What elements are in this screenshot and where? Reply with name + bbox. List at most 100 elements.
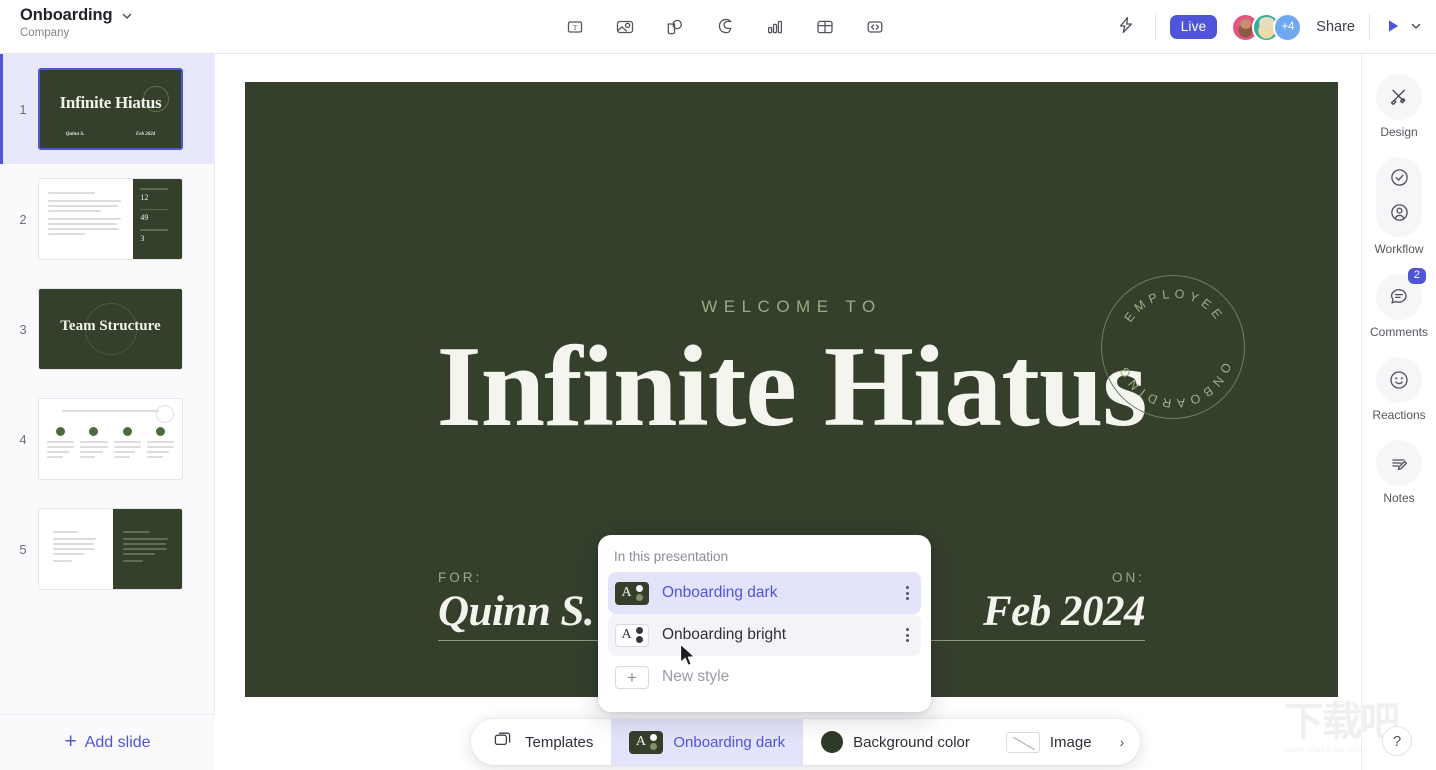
background-color-swatch	[821, 731, 844, 753]
embed-tool-button[interactable]	[860, 12, 890, 42]
chart-tool-button[interactable]	[760, 12, 790, 42]
thumb-stats-block: 12 49 3	[133, 179, 182, 259]
code-embed-icon	[864, 16, 886, 38]
slide-number: 1	[19, 101, 27, 117]
rail-item-reactions[interactable]: Reactions	[1372, 357, 1426, 422]
present-options-chevron-down-icon[interactable]	[1410, 20, 1422, 35]
templates-label: Templates	[525, 733, 594, 751]
thumb-foot-right: Feb 2024	[135, 132, 156, 137]
new-style-option[interactable]: + New style	[608, 656, 921, 698]
insert-toolbar: T	[560, 0, 890, 54]
document-title[interactable]: Onboarding	[20, 6, 113, 25]
check-circle-icon[interactable]	[1388, 166, 1411, 194]
slide-thumbnail-3[interactable]: 3 Team Structure	[0, 274, 215, 384]
toolbar-divider	[1154, 14, 1156, 40]
shapes-tool-button[interactable]	[660, 12, 690, 42]
rail-item-workflow[interactable]: Workflow	[1374, 157, 1424, 256]
comments-badge: 2	[1407, 268, 1426, 285]
topbar-right-cluster: Live +4 Share	[1111, 0, 1422, 54]
slide-thumbnail-image[interactable]: Infinite Hiatus Quinn S. Feb 2024	[38, 68, 183, 150]
thumb-quote-dark	[113, 509, 182, 589]
thumb-stat-value: 49	[140, 213, 149, 222]
style-option-onboarding-dark[interactable]: A Onboarding dark	[608, 572, 921, 614]
kebab-menu-icon[interactable]	[901, 584, 913, 603]
style-dropdown-menu[interactable]: In this presentation A Onboarding dark A…	[598, 535, 931, 712]
svg-text:T: T	[573, 23, 578, 32]
thumb-text-block	[39, 179, 134, 259]
templates-button[interactable]: Templates	[471, 719, 611, 765]
plus-icon: +	[615, 665, 649, 689]
shapes-icon	[664, 16, 686, 38]
add-slide-button[interactable]: + Add slide	[0, 714, 215, 770]
current-style-button[interactable]: A Onboarding dark	[611, 719, 804, 765]
thumb-foot-left: Quinn S.	[65, 132, 85, 137]
table-tool-button[interactable]	[810, 12, 840, 42]
sticker-tool-button[interactable]	[710, 12, 740, 42]
background-color-label: Background color	[853, 733, 970, 751]
slide-thumbnail-image[interactable]: Team Structure	[38, 288, 183, 370]
background-image-button[interactable]: Image	[988, 719, 1110, 765]
rail-item-design[interactable]: Design	[1376, 74, 1422, 139]
share-button[interactable]: Share	[1316, 19, 1355, 35]
slide-thumbnail-1[interactable]: 1 Infinite Hiatus Quinn S. Feb 2024	[0, 54, 215, 164]
rail-item-notes[interactable]: Notes	[1376, 440, 1422, 505]
collaborator-avatars[interactable]: +4	[1231, 12, 1303, 42]
comments-label: Comments	[1369, 325, 1428, 339]
kebab-menu-icon[interactable]	[901, 626, 913, 645]
background-image-label: Image	[1049, 733, 1092, 751]
design-label: Design	[1380, 125, 1418, 139]
help-button[interactable]: ?	[1382, 726, 1412, 756]
assignee-avatar-icon[interactable]	[1388, 201, 1411, 229]
notes-label: Notes	[1383, 491, 1415, 505]
text-tool-button[interactable]: T	[560, 12, 590, 42]
employee-onboarding-stamp-icon[interactable]: EMPLOYEE ONBOARDING	[1101, 275, 1245, 419]
style-option-label: Onboarding dark	[662, 584, 778, 601]
new-style-label: New style	[662, 668, 730, 685]
image-tool-button[interactable]	[610, 12, 640, 42]
templates-icon	[493, 730, 515, 754]
workflow-icons	[1376, 157, 1422, 237]
avatar-overflow-count[interactable]: +4	[1273, 12, 1303, 42]
more-options-chevron-right-icon[interactable]: ›	[1110, 734, 1141, 750]
image-icon	[614, 16, 636, 38]
svg-text:ONBOARDING: ONBOARDING	[1115, 360, 1234, 410]
style-swatch-bright-icon: A	[615, 623, 649, 647]
thumb-title: Infinite Hiatus	[59, 92, 162, 112]
slide-thumbnail-image[interactable]	[38, 398, 183, 480]
style-option-label: Onboarding bright	[662, 626, 787, 643]
toolbar-divider	[1369, 14, 1370, 40]
slide-number: 2	[19, 211, 27, 227]
text-box-icon: T	[564, 16, 586, 38]
thumb-quote-light	[39, 509, 114, 589]
slide-thumbnail-2[interactable]: 2 12 49 3	[0, 164, 215, 274]
slide-thumbnail-4[interactable]: 4	[0, 384, 215, 494]
plus-icon: +	[64, 730, 77, 753]
smiley-icon	[1376, 357, 1422, 403]
thumb-stat-value: 12	[140, 192, 149, 202]
slide-style-toolbar: Templates A Onboarding dark Background c…	[471, 719, 1141, 765]
chevron-down-icon[interactable]	[121, 10, 133, 24]
slide-number: 3	[19, 321, 27, 337]
style-option-onboarding-bright[interactable]: A Onboarding bright	[608, 614, 921, 656]
slide-number: 4	[19, 431, 27, 447]
slide-thumbnail-image[interactable]: 12 49 3	[38, 178, 183, 260]
reactions-label: Reactions	[1372, 408, 1426, 422]
slide-thumbnail-5[interactable]: 5	[0, 494, 215, 604]
notes-icon	[1376, 440, 1422, 486]
slide-list[interactable]: 1 Infinite Hiatus Quinn S. Feb 2024 2 12…	[0, 54, 215, 714]
live-button[interactable]: Live	[1169, 15, 1218, 39]
rail-item-comments[interactable]: 2 Comments	[1369, 268, 1428, 339]
svg-text:EMPLOYEE: EMPLOYEE	[1121, 286, 1227, 324]
top-bar: Onboarding Company T Live +4 Share	[0, 0, 1436, 54]
stamp-icon	[156, 405, 174, 423]
play-icon[interactable]	[1384, 17, 1402, 38]
current-style-label: Onboarding dark	[673, 733, 786, 751]
slide-thumbnail-image[interactable]	[38, 508, 183, 590]
stamp-top-text: EMPLOYEE	[1121, 286, 1222, 324]
bar-chart-icon	[764, 16, 786, 38]
background-color-button[interactable]: Background color	[803, 719, 988, 765]
quick-action-button[interactable]	[1111, 12, 1141, 42]
stamp-bottom-text: ONBOARDING	[1115, 360, 1229, 410]
document-subtitle: Company	[20, 27, 70, 39]
table-icon	[814, 16, 836, 38]
